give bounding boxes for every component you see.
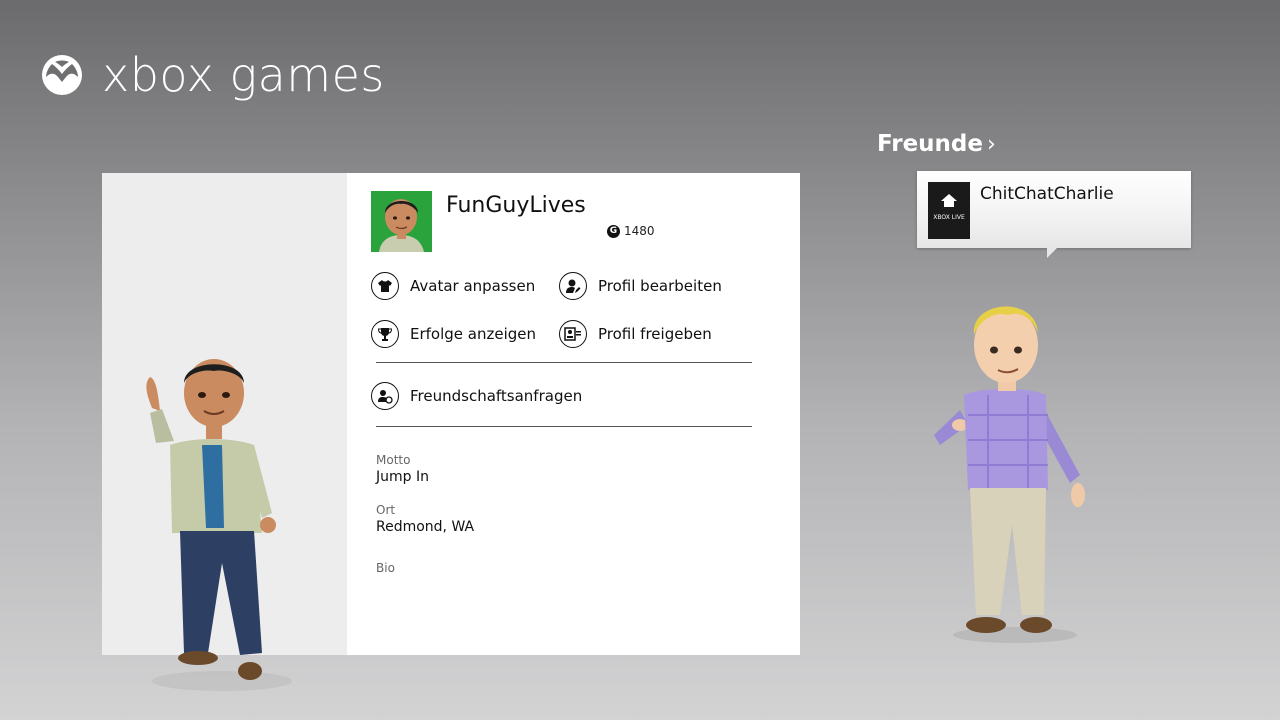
- gamer-row: FunGuyLives: [371, 191, 800, 252]
- gamerscore: G 1480: [607, 224, 655, 238]
- xbox-logo-icon: [42, 55, 82, 95]
- bio-label: Bio: [376, 561, 395, 575]
- view-achievements-label: Erfolge anzeigen: [410, 325, 537, 343]
- customize-avatar-button[interactable]: Avatar anpassen: [371, 272, 535, 300]
- friend-name: ChitChatCharlie: [980, 184, 1114, 204]
- friends-heading-link[interactable]: Freunde ›: [877, 131, 996, 157]
- profile-card: FunGuyLives G 1480 Avatar anpassen Profi…: [102, 173, 800, 691]
- gamerpic-avatar[interactable]: [371, 191, 432, 252]
- edit-profile-button[interactable]: Profil bearbeiten: [559, 272, 722, 300]
- edit-profile-icon: [559, 272, 587, 300]
- gamerscore-value: 1480: [624, 224, 655, 238]
- player-avatar-pane[interactable]: [102, 173, 347, 691]
- share-profile-button[interactable]: Profil freigeben: [559, 320, 712, 348]
- chevron-right-icon: ›: [987, 131, 996, 157]
- friends-heading-label: Freunde: [877, 131, 983, 157]
- share-profile-icon: [559, 320, 587, 348]
- friend-avatar[interactable]: [920, 295, 1110, 655]
- friend-item[interactable]: XBOX LIVE ChitChatCharlie: [917, 171, 1191, 258]
- customize-avatar-label: Avatar anpassen: [410, 277, 536, 295]
- profile-details: FunGuyLives G 1480 Avatar anpassen Profi…: [347, 173, 800, 655]
- share-profile-label: Profil freigeben: [598, 325, 712, 343]
- app-header: xbox games: [42, 52, 385, 98]
- gamerscore-icon: G: [607, 224, 620, 238]
- player-avatar: [146, 359, 292, 691]
- location-value: Redmond, WA: [376, 519, 475, 535]
- divider: [376, 426, 752, 427]
- xbox-live-icon: XBOX LIVE: [928, 182, 970, 239]
- friend-requests-button[interactable]: Freundschaftsanfragen: [371, 382, 582, 410]
- profile-info: Motto Jump In Ort Redmond, WA Bio: [376, 453, 474, 593]
- view-achievements-button[interactable]: Erfolge anzeigen: [371, 320, 536, 348]
- gamerpic-face-icon: [371, 191, 432, 252]
- friend-request-icon: [371, 382, 399, 410]
- trophy-icon: [371, 320, 399, 348]
- app-title: xbox games: [102, 48, 385, 102]
- motto-label: Motto: [376, 453, 411, 467]
- edit-profile-label: Profil bearbeiten: [598, 277, 722, 295]
- friend-requests-label: Freundschaftsanfragen: [410, 387, 583, 405]
- gamertag: FunGuyLives: [446, 193, 586, 218]
- home-icon: [941, 194, 957, 207]
- location-label: Ort: [376, 503, 396, 517]
- motto-value: Jump In: [376, 469, 429, 485]
- shirt-icon: [371, 272, 399, 300]
- divider: [376, 362, 752, 363]
- xbox-live-tile-text: XBOX LIVE: [933, 214, 965, 221]
